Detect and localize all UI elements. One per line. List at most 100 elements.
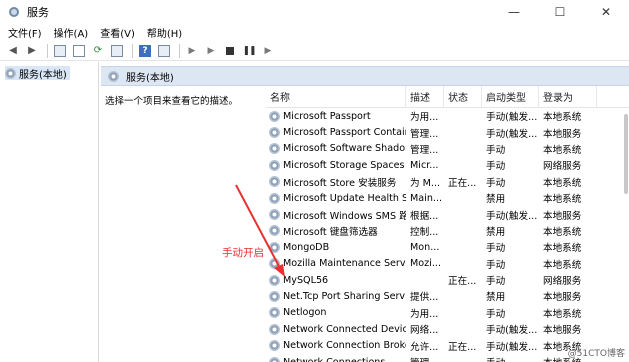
menu-view[interactable]: 查看(V): [100, 25, 135, 40]
table-row[interactable]: Microsoft Windows SMS 路... 根据... 手动(触发... 本…: [266, 206, 629, 222]
service-startup-type: 禁用: [486, 194, 506, 206]
title-bar: 服务 — ☐ ✕: [0, 0, 629, 24]
service-startup-type: 手动: [486, 276, 506, 288]
restart-service-icon[interactable]: ▶: [260, 43, 276, 59]
service-gear-icon: [269, 258, 280, 270]
service-log-on-as: 本地系统: [543, 194, 582, 206]
service-gear-icon: [269, 290, 280, 302]
scroll-thumb[interactable]: [624, 114, 628, 194]
service-log-on-as: 本地服务: [543, 325, 582, 337]
service-startup-type: 手动: [486, 259, 506, 271]
pause-service-icon[interactable]: ❚❚: [241, 43, 257, 59]
table-row[interactable]: Netlogon 为用... 手动 本地系统: [266, 305, 629, 321]
column-header-log-on-as[interactable]: 登录为: [539, 85, 597, 108]
menu-file[interactable]: 文件(F): [8, 25, 42, 40]
table-row[interactable]: Mozilla Maintenance Service Mozi... 手动 本地系统: [266, 256, 629, 272]
service-name-cell: Microsoft Update Health S...: [266, 192, 406, 204]
service-name: Netlogon: [283, 307, 327, 319]
column-header-name[interactable]: 名称: [266, 85, 406, 108]
service-startup-type: 手动: [486, 177, 506, 189]
service-startup-type: 手动(触发...: [486, 325, 538, 337]
service-name: Mozilla Maintenance Service: [283, 258, 406, 270]
properties-icon[interactable]: [71, 43, 87, 59]
services-table: 名称 描述 状态 启动类型 登录为 Microsoft Passport 为用..…: [266, 85, 629, 362]
menu-action[interactable]: 操作(A): [54, 25, 89, 40]
back-arrow-icon[interactable]: ◀: [5, 43, 21, 59]
forward-arrow-icon[interactable]: ▶: [24, 43, 40, 59]
service-name: Microsoft Windows SMS 路...: [283, 210, 406, 222]
service-description: 选择一个项目来查看它的描述。: [105, 96, 239, 107]
service-log-on-as: 本地服务: [543, 210, 582, 222]
table-row[interactable]: MySQL56 正在... 手动 网络服务: [266, 272, 629, 288]
service-log-on-as: 本地系统: [543, 243, 582, 255]
table-row[interactable]: Microsoft Store 安装服务 为 M... 正在... 手动 本地系统: [266, 174, 629, 190]
show-hide-tree-icon[interactable]: [52, 43, 68, 59]
start-service-alt-icon[interactable]: ▶: [203, 43, 219, 59]
maximize-button[interactable]: ☐: [537, 0, 583, 24]
service-status: 正在...: [448, 341, 477, 353]
table-row[interactable]: Microsoft Update Health S... Main... 禁用 本地系…: [266, 190, 629, 206]
service-name-cell: MongoDB: [266, 241, 406, 253]
service-description-cell: 管理...: [410, 128, 439, 140]
service-name: MongoDB: [283, 241, 330, 253]
services-app-icon: [7, 5, 21, 19]
column-header-startup-type[interactable]: 启动类型: [482, 85, 539, 108]
close-button[interactable]: ✕: [583, 0, 629, 24]
column-header-description[interactable]: 描述: [406, 85, 444, 108]
service-name-cell: MySQL56: [266, 274, 406, 286]
service-gear-icon: [269, 225, 280, 237]
service-name: Microsoft Storage Spaces S...: [283, 159, 406, 171]
stop-service-icon[interactable]: [222, 43, 238, 59]
table-row[interactable]: Microsoft 键盘筛选器 控制... 禁用 本地系统: [266, 223, 629, 239]
service-startup-type: 禁用: [486, 292, 506, 304]
gear-icon: [108, 70, 119, 82]
service-description-cell: Micr...: [410, 159, 439, 171]
tree-item-services-local[interactable]: 服务(本地): [5, 66, 70, 81]
service-description-cell: 允许...: [410, 341, 439, 353]
service-startup-type: 手动: [482, 355, 539, 362]
vertical-scrollbar[interactable]: [621, 108, 629, 362]
service-status: 正在...: [448, 177, 477, 189]
export-list-icon[interactable]: [109, 43, 125, 59]
pane-title: 服务(本地): [126, 72, 174, 84]
service-gear-icon: [269, 209, 280, 221]
tree-item-label: 服务(本地): [19, 69, 67, 81]
column-header-status[interactable]: 状态: [444, 85, 482, 108]
service-name: Microsoft 键盘筛选器: [283, 226, 378, 238]
table-row[interactable]: Network Connected Devic... 网络... 手动(触发... 本…: [266, 321, 629, 337]
help-icon[interactable]: ?: [137, 43, 153, 59]
table-row[interactable]: MongoDB Mon... 手动 本地系统: [266, 239, 629, 255]
table-row[interactable]: Microsoft Passport Container 管理... 手动(触发..…: [266, 124, 629, 140]
service-name: Microsoft Passport Container: [283, 127, 406, 139]
start-service-icon[interactable]: ▶: [184, 43, 200, 59]
service-description-cell: 为用...: [410, 112, 439, 124]
service-gear-icon: [269, 143, 280, 155]
service-gear-icon: [269, 127, 280, 139]
table-row[interactable]: Microsoft Passport 为用... 手动(触发... 本地系统: [266, 108, 629, 124]
toolbar: ◀ ▶ ⟳ ? ▶ ▶ ❚❚ ▶: [0, 41, 629, 61]
service-description-cell: 根据...: [410, 210, 439, 222]
service-status: 正在...: [448, 276, 477, 288]
refresh-icon[interactable]: ⟳: [90, 43, 106, 59]
table-row[interactable]: Net.Tcp Port Sharing Service 提供... 禁用 本地服务: [266, 288, 629, 304]
service-startup-type: 手动: [486, 161, 506, 173]
menu-help[interactable]: 帮助(H): [147, 25, 182, 40]
table-row[interactable]: Microsoft Software Shado... 管理... 手动 本地系统: [266, 141, 629, 157]
service-log-on-as: 本地系统: [543, 144, 582, 156]
navigation-tree: 服务(本地): [0, 62, 99, 362]
service-description-cell: Main...: [410, 192, 443, 204]
service-name: Microsoft Store 安装服务: [283, 177, 397, 189]
service-log-on-as: 本地系统: [543, 112, 582, 124]
minimize-button[interactable]: —: [491, 0, 537, 24]
table-row[interactable]: Microsoft Storage Spaces S... Micr... 手动 网络…: [266, 157, 629, 173]
window-title: 服务: [27, 6, 49, 19]
service-description-cell: 提供...: [410, 292, 439, 304]
annotation-label: 手动开启: [222, 247, 264, 259]
services-pane: 服务(本地) 选择一个项目来查看它的描述。 名称 描述 状态 启动类型 登录为 …: [101, 62, 629, 362]
service-log-on-as: 本地系统: [543, 259, 582, 271]
service-name: Network Connection Broker: [283, 340, 406, 352]
service-startup-type: 禁用: [486, 226, 506, 238]
console-view-icon[interactable]: [156, 43, 172, 59]
service-description-cell: 管理...: [406, 355, 444, 362]
service-gear-icon: [269, 110, 280, 122]
